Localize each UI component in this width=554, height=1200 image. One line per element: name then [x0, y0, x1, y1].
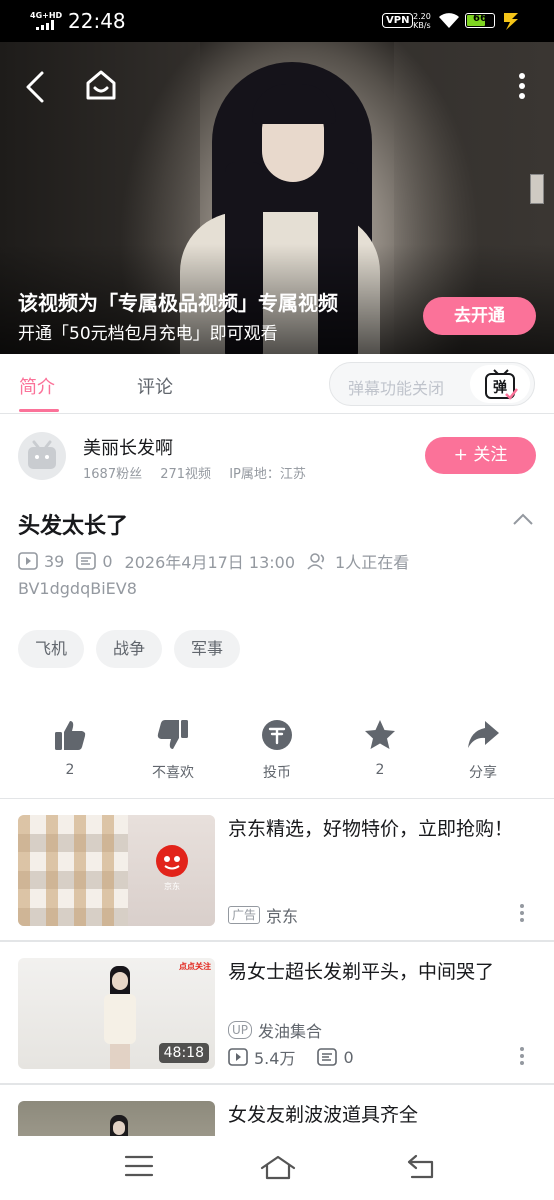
tag-item[interactable]: 飞机 — [18, 630, 85, 668]
uploader-name[interactable]: 美丽长发啊 — [83, 434, 173, 460]
danmaku-count: 0 — [343, 1047, 354, 1067]
clock: 22:48 — [68, 9, 126, 33]
danmaku-icon: 弹 — [485, 369, 518, 400]
coin-icon — [262, 720, 292, 750]
default-avatar-icon — [28, 440, 56, 469]
ip-location: IP属地：江苏 — [229, 467, 306, 482]
play-count: 39 — [44, 551, 65, 571]
coin-button[interactable]: 投币 — [237, 718, 317, 782]
publish-datetime: 2026年4月17日 13:00 — [124, 553, 296, 572]
tag-list: 飞机 战争 军事 — [18, 630, 252, 668]
chevron-up-icon[interactable] — [512, 512, 534, 526]
signal-icon — [36, 20, 58, 30]
action-bar: 2 不喜欢 投币 2 分享 — [0, 718, 554, 788]
play-count-icon — [228, 1048, 248, 1066]
detail-tabs: 简介 评论 弹幕功能关闭 弹 — [0, 354, 554, 414]
more-icon[interactable] — [518, 1046, 526, 1066]
thumbs-up-icon — [55, 721, 86, 750]
danmaku-count-icon — [76, 552, 97, 570]
watching-count: 1人正在看 — [335, 553, 410, 572]
danmaku-toggle-button[interactable]: 弹 — [470, 365, 530, 403]
back-icon[interactable] — [406, 1154, 438, 1180]
thumb-corner-text: 点点关注 — [179, 962, 211, 971]
tab-comments[interactable]: 评论 — [137, 373, 173, 399]
open-membership-button[interactable]: 去开通 — [423, 297, 536, 335]
charging-icon — [504, 13, 518, 30]
paywall-title: 该视频为「专属极品视频」专属视频 — [18, 291, 338, 315]
danmaku-placeholder: 弹幕功能关闭 — [348, 379, 445, 398]
duration: 48:18 — [158, 1043, 209, 1063]
light-switch — [530, 174, 544, 204]
rec-title: 女发友剃波波道具齐全 — [228, 1104, 419, 1126]
video-player[interactable]: 该视频为「专属极品视频」专属视频 开通「50元档包月充电」即可观看 去开通 — [0, 42, 554, 354]
share-icon — [468, 721, 499, 748]
videos-count: 271视频 — [160, 467, 212, 482]
tab-intro[interactable]: 简介 — [19, 373, 55, 399]
follow-button[interactable]: + 关注 — [425, 437, 536, 474]
uploader-stats: 1687粉丝 271视频 IP属地：江苏 — [83, 463, 320, 482]
menu-icon[interactable] — [124, 1154, 154, 1178]
more-icon[interactable] — [516, 72, 528, 102]
like-count: 2 — [65, 762, 75, 778]
fans-count: 1687粉丝 — [83, 467, 143, 482]
rec-author: UP 发油集合 — [228, 1018, 322, 1042]
dislike-label: 不喜欢 — [152, 765, 194, 781]
video-thumbnail: 点点关注 48:18 — [18, 958, 215, 1069]
paywall-subtitle: 开通「50元档包月充电」即可观看 — [18, 324, 278, 344]
thumbs-down-icon — [157, 720, 188, 749]
rec-stats: 5.4万 0 — [228, 1045, 354, 1069]
rec-title: 易女士超长发剃平头，中间哭了 — [228, 961, 495, 983]
play-count: 5.4万 — [254, 1049, 296, 1068]
speed-unit: KB/s — [413, 21, 431, 30]
like-button[interactable]: 2 — [30, 718, 110, 778]
network-type: 4G+HD — [30, 11, 63, 20]
list-item[interactable]: 女发友剃波波道具齐全 — [0, 1085, 554, 1136]
viewers-icon — [307, 553, 325, 570]
list-item[interactable]: 点点关注 48:18 易女士超长发剃平头，中间哭了 UP 发油集合 5.4万 0 — [0, 942, 554, 1084]
share-button[interactable]: 分享 — [443, 718, 523, 782]
network-speed: 2.20 KB/s — [413, 12, 431, 30]
bvid[interactable]: BV1dgdqBiEV8 — [18, 579, 137, 598]
share-label: 分享 — [469, 765, 497, 781]
tab-indicator — [19, 409, 59, 412]
video-meta: 39 0 2026年4月17日 13:00 1人正在看 — [18, 550, 409, 572]
wifi-icon — [439, 13, 459, 28]
danmaku-icon-text: 弹 — [493, 379, 507, 396]
back-icon[interactable] — [22, 70, 50, 104]
favorite-button[interactable]: 2 — [340, 718, 420, 778]
ad-badge: 广告 — [228, 906, 261, 924]
coin-label: 投币 — [263, 765, 291, 781]
ad-source: 广告 京东 — [228, 903, 298, 927]
battery-level: 66 — [473, 13, 487, 24]
home-icon[interactable] — [84, 68, 118, 102]
author-name: 发油集合 — [258, 1022, 323, 1041]
star-icon — [365, 720, 395, 749]
ad-source-name: 京东 — [266, 907, 299, 926]
jd-logo-icon — [156, 845, 188, 877]
list-item[interactable]: 京东 京东精选，好物特价，立即抢购！ 广告 京东 — [0, 799, 554, 941]
battery-icon: 66 — [465, 13, 495, 28]
video-thumbnail — [18, 1101, 215, 1136]
vpn-badge: VPN — [382, 13, 414, 28]
video-title: 头发太长了 — [18, 514, 129, 539]
avatar[interactable] — [18, 432, 66, 480]
tag-item[interactable]: 军事 — [174, 630, 241, 668]
tag-item[interactable]: 战争 — [96, 630, 163, 668]
danmaku-count-icon — [317, 1048, 338, 1066]
danmaku-input[interactable]: 弹幕功能关闭 弹 — [329, 362, 535, 406]
ad-thumbnail: 京东 — [18, 815, 215, 926]
danmaku-count: 0 — [102, 551, 113, 571]
play-count-icon — [18, 552, 38, 570]
system-nav-bar — [0, 1136, 554, 1200]
more-icon[interactable] — [518, 903, 526, 923]
home-icon[interactable] — [259, 1154, 297, 1180]
rec-title: 京东精选，好物特价，立即抢购！ — [228, 818, 514, 840]
dislike-button[interactable]: 不喜欢 — [133, 718, 213, 782]
up-badge: UP — [228, 1021, 253, 1039]
status-bar: 4G+HD 22:48 VPN 2.20 KB/s 66 — [0, 0, 554, 42]
speed-value: 2.20 — [413, 12, 431, 21]
jd-logo-text: 京东 — [164, 882, 180, 891]
favorite-count: 2 — [375, 762, 385, 778]
